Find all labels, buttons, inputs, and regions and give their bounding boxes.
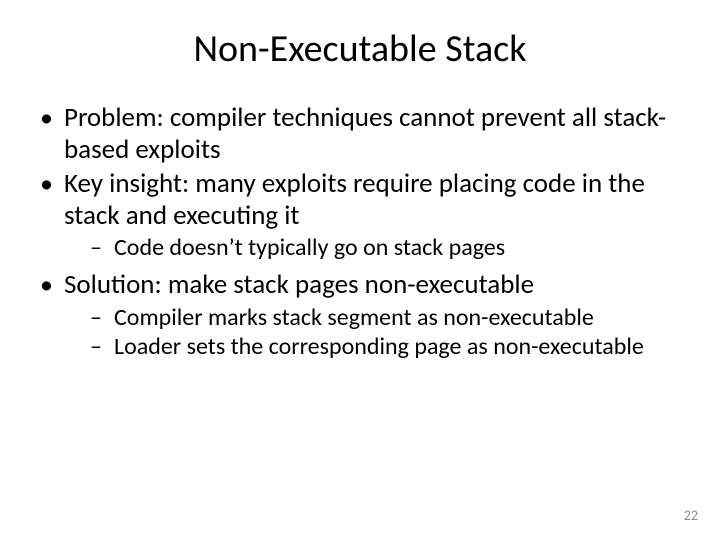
sub-bullet-list: Compiler marks stack segment as non-exec…: [64, 303, 682, 362]
sub-bullet-item: Compiler marks stack segment as non-exec…: [64, 303, 682, 332]
bullet-list: Problem: compiler techniques cannot prev…: [38, 102, 682, 361]
sub-bullet-item: Loader sets the corresponding page as no…: [64, 332, 682, 361]
sub-bullet-text: Code doesn’t typically go on stack pages: [114, 233, 505, 262]
slide-title: Non-Executable Stack: [38, 26, 682, 72]
bullet-item: Solution: make stack pages non-executabl…: [38, 269, 682, 361]
sub-bullet-text: Compiler marks stack segment as non-exec…: [114, 303, 594, 332]
bullet-item: Problem: compiler techniques cannot prev…: [38, 102, 682, 166]
bullet-item: Key insight: many exploits require placi…: [38, 168, 682, 263]
sub-bullet-text: Loader sets the corresponding page as no…: [114, 332, 644, 361]
bullet-text: Key insight: many exploits require placi…: [64, 167, 645, 232]
sub-bullet-list: Code doesn’t typically go on stack pages: [64, 233, 682, 262]
bullet-text: Problem: compiler techniques cannot prev…: [64, 101, 666, 166]
bullet-text: Solution: make stack pages non-executabl…: [64, 268, 534, 301]
page-number: 22: [684, 507, 698, 524]
sub-bullet-item: Code doesn’t typically go on stack pages: [64, 233, 682, 262]
slide: Non-Executable Stack Problem: compiler t…: [0, 0, 720, 540]
